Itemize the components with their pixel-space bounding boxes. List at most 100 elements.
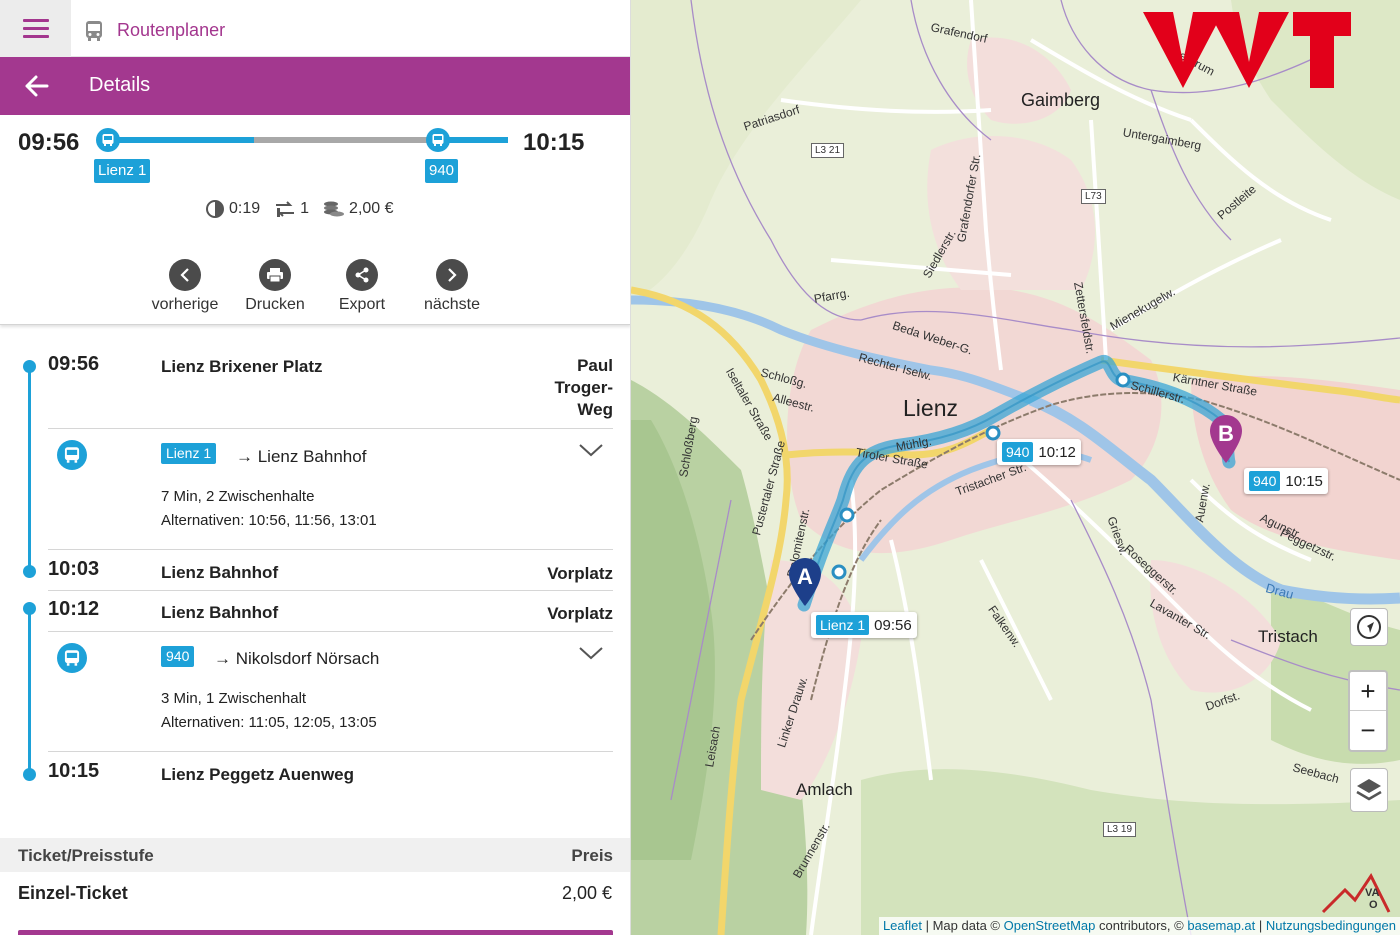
previous-label: vorherige: [151, 296, 219, 313]
expand-chevron-down-icon[interactable]: [578, 645, 604, 661]
line-badge: 940: [1249, 471, 1281, 491]
changes-value: 1: [300, 200, 310, 217]
transfer-icon: [276, 201, 295, 217]
line-badge: Lienz 1: [94, 159, 151, 183]
leg-line: [28, 608, 31, 774]
zoom-control: + −: [1348, 670, 1388, 752]
coins-icon: [324, 201, 345, 217]
vvt-logo: [1143, 12, 1351, 88]
stop-name[interactable]: Lienz Peggetz Auenweg: [161, 765, 354, 785]
basemap-link[interactable]: basemap.at: [1187, 918, 1255, 933]
leg-alternatives: Alternativen: 10:56, 11:56, 13:01: [161, 512, 377, 529]
trip-stats: 0:19 1 2,00 €: [205, 199, 408, 219]
share-icon: [346, 259, 378, 291]
marker-b-letter: B: [1218, 421, 1234, 446]
page-title: Details: [89, 74, 151, 96]
line-badge: Lienz 1: [816, 615, 870, 635]
stop-dot: [23, 768, 36, 781]
line-badge: 940: [161, 646, 195, 667]
stop-name[interactable]: Lienz Bahnhof: [161, 603, 278, 623]
chevron-left-icon: [169, 259, 201, 291]
map-attribution: Leaflet | Map data © OpenStreetMap contr…: [878, 917, 1400, 935]
expand-chevron-down-icon[interactable]: [578, 442, 604, 458]
zoom-in-button[interactable]: +: [1350, 672, 1386, 711]
line-badge: Lienz 1: [161, 443, 217, 464]
leg-direction: → Lienz Bahnhof: [236, 447, 367, 466]
divider: [48, 631, 613, 632]
layers-button[interactable]: [1350, 768, 1388, 812]
line-badge: 940: [425, 159, 459, 183]
attribution-text: | Map data ©: [922, 918, 1004, 933]
bus-icon: [86, 21, 102, 41]
stop-popup-start[interactable]: Lienz 1 09:56: [811, 612, 917, 638]
stop-dot: [23, 565, 36, 578]
leaflet-link[interactable]: Leaflet: [883, 918, 922, 933]
hamburger-icon: [22, 18, 49, 39]
ticket-price: 2,00 €: [561, 883, 612, 903]
bus-icon: [57, 643, 87, 673]
locate-button[interactable]: [1350, 608, 1388, 646]
place-label: Amlach: [796, 780, 853, 799]
route-map[interactable]: Lienz Gaimberg Tristach Amlach Grafendor…: [631, 0, 1400, 935]
next-button[interactable]: nächste: [415, 259, 489, 314]
menu-button[interactable]: [0, 0, 71, 57]
marker-b[interactable]: B: [1208, 413, 1244, 465]
export-button[interactable]: Export: [325, 259, 399, 314]
next-label: nächste: [423, 296, 481, 313]
stop-popup-time: 10:12: [1038, 443, 1076, 461]
export-label: Export: [338, 296, 386, 313]
stop-time: 09:56: [48, 353, 100, 375]
duration-icon: [206, 200, 224, 218]
road-shield: L3 21: [811, 143, 845, 158]
stop-name[interactable]: Lienz Bahnhof: [161, 563, 278, 583]
leg-direction: → Nikolsdorf Nörsach: [214, 649, 380, 668]
ticket-header-label: Ticket/Preisstufe: [18, 846, 154, 865]
leg-info: 3 Min, 1 Zwischenhalt: [161, 690, 307, 707]
track-transfer: [254, 137, 440, 143]
leg-line: [28, 366, 31, 572]
stop-name[interactable]: Lienz Brixener Platz: [161, 357, 323, 377]
marker-a-letter: A: [797, 564, 813, 589]
zoom-out-button[interactable]: −: [1350, 711, 1386, 750]
top-bar: Routenplaner: [0, 0, 630, 57]
divider: [48, 751, 613, 752]
price-value: 2,00 €: [349, 200, 394, 217]
previous-button[interactable]: vorherige: [148, 259, 222, 314]
attribution-text: |: [1255, 918, 1266, 933]
stop-dot: [23, 602, 36, 615]
svg-text:VA: VA: [1365, 887, 1380, 899]
leg-alternatives: Alternativen: 11:05, 12:05, 13:05: [161, 714, 377, 731]
attribution-text: contributors, ©: [1095, 918, 1188, 933]
stop-dot: [23, 360, 36, 373]
ticket-name: Einzel-Ticket: [18, 883, 128, 903]
track-leg-2: [440, 137, 508, 143]
track-leg-1: [108, 137, 254, 143]
departure-time: 09:56: [18, 129, 80, 156]
layers-icon: [1356, 779, 1382, 801]
print-label: Drucken: [245, 296, 305, 313]
divider: [48, 590, 613, 591]
line-badge: 940: [1002, 442, 1034, 462]
details-header: Details: [0, 57, 630, 115]
itinerary: 09:56 Lienz Brixener Platz Paul Troger- …: [0, 326, 630, 836]
place-label: Tristach: [1258, 627, 1318, 646]
divider: [48, 549, 613, 550]
terms-link[interactable]: Nutzungsbedingungen: [1266, 918, 1396, 933]
back-button[interactable]: [22, 71, 52, 101]
marker-a[interactable]: A: [787, 556, 823, 608]
duration-value: 0:19: [229, 200, 261, 217]
stop-time: 10:12: [48, 598, 100, 620]
trip-summary: 09:56 Lienz 1 940 10:15 0:19 1 2,00 € vo…: [0, 115, 630, 325]
stop-popup-transfer[interactable]: 940 10:12: [997, 439, 1081, 465]
chevron-right-icon: [436, 259, 468, 291]
stop-platform: Vorplatz: [547, 564, 613, 583]
stop-time: 10:03: [48, 558, 100, 580]
bottom-action-bar[interactable]: [18, 930, 613, 935]
print-button[interactable]: Drucken: [238, 259, 312, 314]
stop-popup-time: 09:56: [874, 616, 912, 634]
stop-popup-end[interactable]: 940 10:15: [1244, 468, 1328, 494]
arrival-time: 10:15: [523, 129, 585, 156]
arrow-left-icon: [25, 75, 49, 97]
printer-icon: [259, 259, 291, 291]
osm-link[interactable]: OpenStreetMap: [1004, 918, 1096, 933]
